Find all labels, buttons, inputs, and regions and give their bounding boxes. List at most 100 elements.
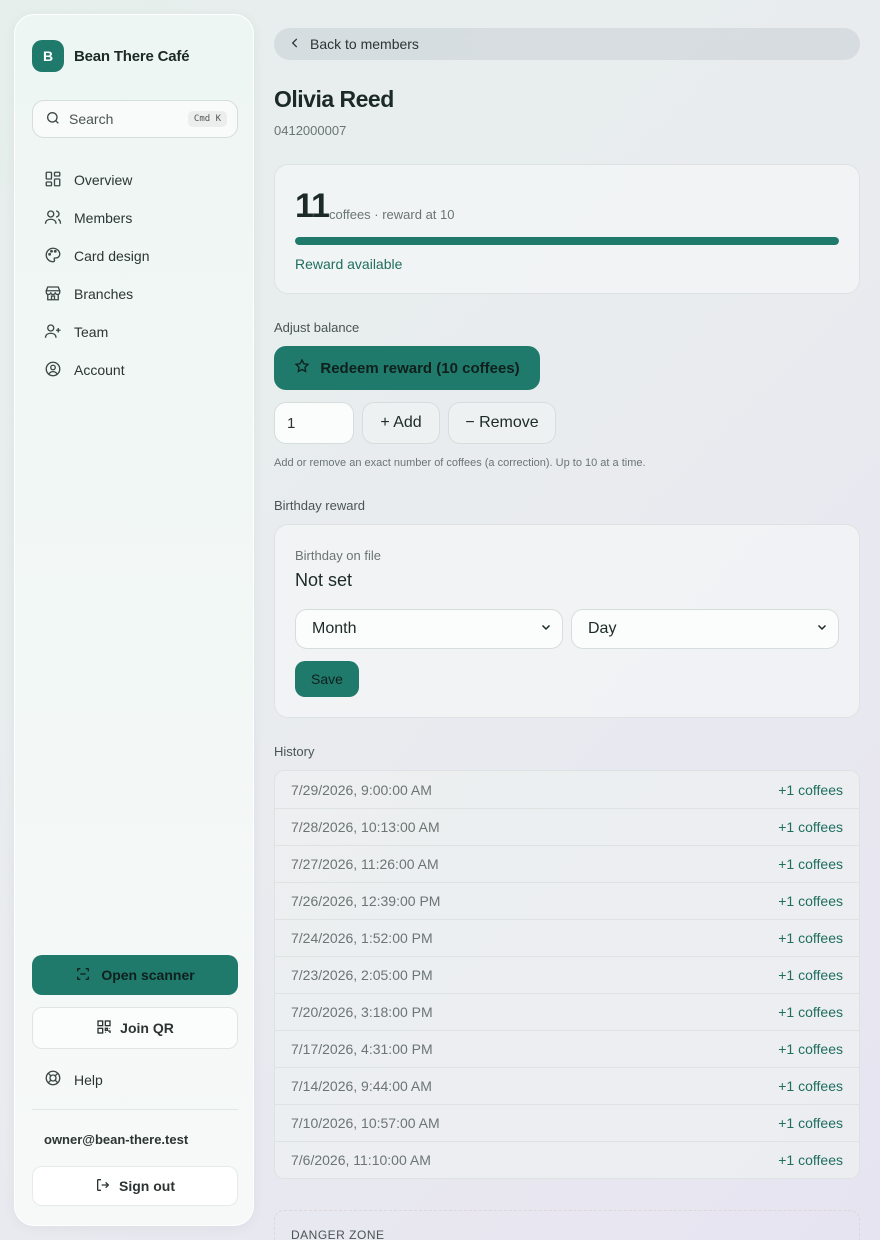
- sidebar-item-label: Overview: [74, 172, 133, 188]
- birthday-value: Not set: [295, 570, 353, 590]
- chevron-down-icon: [816, 620, 828, 638]
- logout-icon: [95, 1177, 111, 1196]
- history-timestamp: 7/6/2026, 11:10:00 AM: [291, 1152, 431, 1168]
- sign-out-button[interactable]: Sign out: [32, 1166, 238, 1206]
- sidebar-item-branches[interactable]: Branches: [32, 275, 238, 313]
- member-name: Olivia Reed: [274, 86, 394, 112]
- sidebar: B Bean There Café Search Cmd K Overview …: [14, 14, 254, 1226]
- grid-icon: [44, 170, 62, 191]
- help-link[interactable]: Help: [44, 1069, 103, 1090]
- brand-name: Bean There Café: [74, 47, 190, 65]
- balance-card: 11 coffees · reward at 10 Reward availab…: [274, 164, 860, 294]
- history-delta: +1 coffees: [778, 819, 843, 835]
- search-input[interactable]: Search Cmd K: [32, 100, 238, 138]
- brand-logo: B: [32, 40, 64, 72]
- sidebar-item-members[interactable]: Members: [32, 199, 238, 237]
- history-timestamp: 7/20/2026, 3:18:00 PM: [291, 1004, 433, 1020]
- danger-zone: DANGER ZONE: [274, 1210, 860, 1240]
- open-scanner-label: Open scanner: [101, 967, 195, 983]
- history-delta: +1 coffees: [778, 1115, 843, 1131]
- history-timestamp: 7/29/2026, 9:00:00 AM: [291, 781, 432, 798]
- search-icon: [45, 110, 61, 129]
- history-row: 7/24/2026, 1:52:00 PM +1 coffees: [275, 919, 859, 956]
- history-row: 7/6/2026, 11:10:00 AM +1 coffees: [275, 1141, 859, 1178]
- balance-caption: coffees · reward at 10: [329, 207, 455, 222]
- history-delta: +1 coffees: [778, 856, 843, 872]
- day-select-value: Day: [588, 620, 617, 637]
- history-delta: +1 coffees: [778, 893, 843, 909]
- qr-code-icon: [96, 1019, 112, 1038]
- history-row: 7/10/2026, 10:57:00 AM +1 coffees: [275, 1104, 859, 1141]
- reward-status: Reward available: [295, 256, 403, 272]
- sidebar-item-account[interactable]: Account: [32, 351, 238, 389]
- history-timestamp: 7/24/2026, 1:52:00 PM: [291, 930, 433, 946]
- quantity-input[interactable]: [274, 402, 354, 444]
- star-icon: [294, 358, 310, 378]
- history-row: 7/20/2026, 3:18:00 PM +1 coffees: [275, 993, 859, 1030]
- history-timestamp: 7/10/2026, 10:57:00 AM: [291, 1115, 440, 1131]
- back-label: Back to members: [310, 36, 419, 52]
- user-circle-icon: [44, 360, 62, 381]
- history-timestamp: 7/17/2026, 4:31:00 PM: [291, 1041, 433, 1057]
- help-label: Help: [74, 1071, 103, 1088]
- birthday-card: Birthday on file Not set Month Day Save: [274, 524, 860, 718]
- add-coffees-button[interactable]: + Add: [362, 402, 440, 444]
- remove-coffees-button[interactable]: − Remove: [448, 402, 556, 444]
- history-timestamp: 7/14/2026, 9:44:00 AM: [291, 1078, 432, 1094]
- history-timestamp: 7/28/2026, 10:13:00 AM: [291, 819, 440, 835]
- birthday-label: Birthday on file: [295, 548, 381, 563]
- month-select[interactable]: Month: [295, 609, 563, 649]
- sidebar-divider: [32, 1109, 238, 1110]
- sign-out-label: Sign out: [119, 1178, 175, 1194]
- brand[interactable]: B Bean There Café: [32, 40, 190, 72]
- history-row: 7/28/2026, 10:13:00 AM +1 coffees: [275, 808, 859, 845]
- owner-email: owner@bean-there.test: [44, 1132, 189, 1147]
- join-qr-label: Join QR: [120, 1020, 174, 1036]
- open-scanner-button[interactable]: Open scanner: [32, 955, 238, 995]
- sidebar-item-overview[interactable]: Overview: [32, 161, 238, 199]
- lifebuoy-icon: [44, 1069, 62, 1090]
- sidebar-nav: Overview Members Card design Branches Te…: [32, 161, 238, 389]
- history-timestamp: 7/26/2026, 12:39:00 PM: [291, 893, 441, 909]
- sidebar-item-label: Branches: [74, 286, 134, 302]
- join-qr-button[interactable]: Join QR: [32, 1007, 238, 1049]
- coffee-count: 11: [295, 187, 330, 225]
- history-row: 7/27/2026, 11:26:00 AM +1 coffees: [275, 845, 859, 882]
- month-select-value: Month: [312, 620, 357, 637]
- sidebar-item-team[interactable]: Team: [32, 313, 238, 351]
- back-to-members-link[interactable]: Back to members: [274, 28, 860, 60]
- sidebar-item-card-design[interactable]: Card design: [32, 237, 238, 275]
- palette-icon: [44, 246, 62, 267]
- chevron-down-icon: [540, 620, 552, 638]
- history-delta: +1 coffees: [778, 967, 843, 983]
- reward-progress-fill: [295, 237, 839, 245]
- sidebar-item-label: Account: [74, 362, 125, 378]
- store-icon: [44, 284, 62, 305]
- sidebar-item-label: Team: [74, 324, 109, 340]
- save-birthday-button[interactable]: Save: [295, 661, 359, 697]
- adjust-balance-heading: Adjust balance: [274, 320, 360, 335]
- user-plus-icon: [44, 322, 62, 343]
- redeem-reward-button[interactable]: Redeem reward (10 coffees): [274, 346, 540, 390]
- history-row: 7/26/2026, 12:39:00 PM +1 coffees: [275, 882, 859, 919]
- day-select[interactable]: Day: [571, 609, 839, 649]
- redeem-label: Redeem reward (10 coffees): [320, 359, 520, 377]
- history-heading: History: [274, 744, 315, 759]
- history-row: 7/17/2026, 4:31:00 PM +1 coffees: [275, 1030, 859, 1067]
- chevron-left-icon: [288, 36, 302, 53]
- history-timestamp: 7/23/2026, 2:05:00 PM: [291, 967, 433, 983]
- reward-progress-bar: [295, 237, 839, 245]
- search-placeholder: Search: [69, 111, 114, 127]
- history-delta: +1 coffees: [778, 1078, 843, 1094]
- history-delta: +1 coffees: [778, 1004, 843, 1020]
- danger-zone-label: DANGER ZONE: [291, 1228, 385, 1240]
- history-delta: +1 coffees: [778, 1041, 843, 1057]
- search-shortcut: Cmd K: [187, 111, 227, 127]
- history-delta: +1 coffees: [778, 781, 843, 798]
- history-delta: +1 coffees: [778, 930, 843, 946]
- birthday-reward-heading: Birthday reward: [274, 498, 366, 513]
- sidebar-item-label: Card design: [74, 248, 150, 264]
- scan-icon: [75, 966, 91, 985]
- adjust-hint: Add or remove an exact number of coffees…: [274, 457, 646, 469]
- history-delta: +1 coffees: [778, 1152, 843, 1168]
